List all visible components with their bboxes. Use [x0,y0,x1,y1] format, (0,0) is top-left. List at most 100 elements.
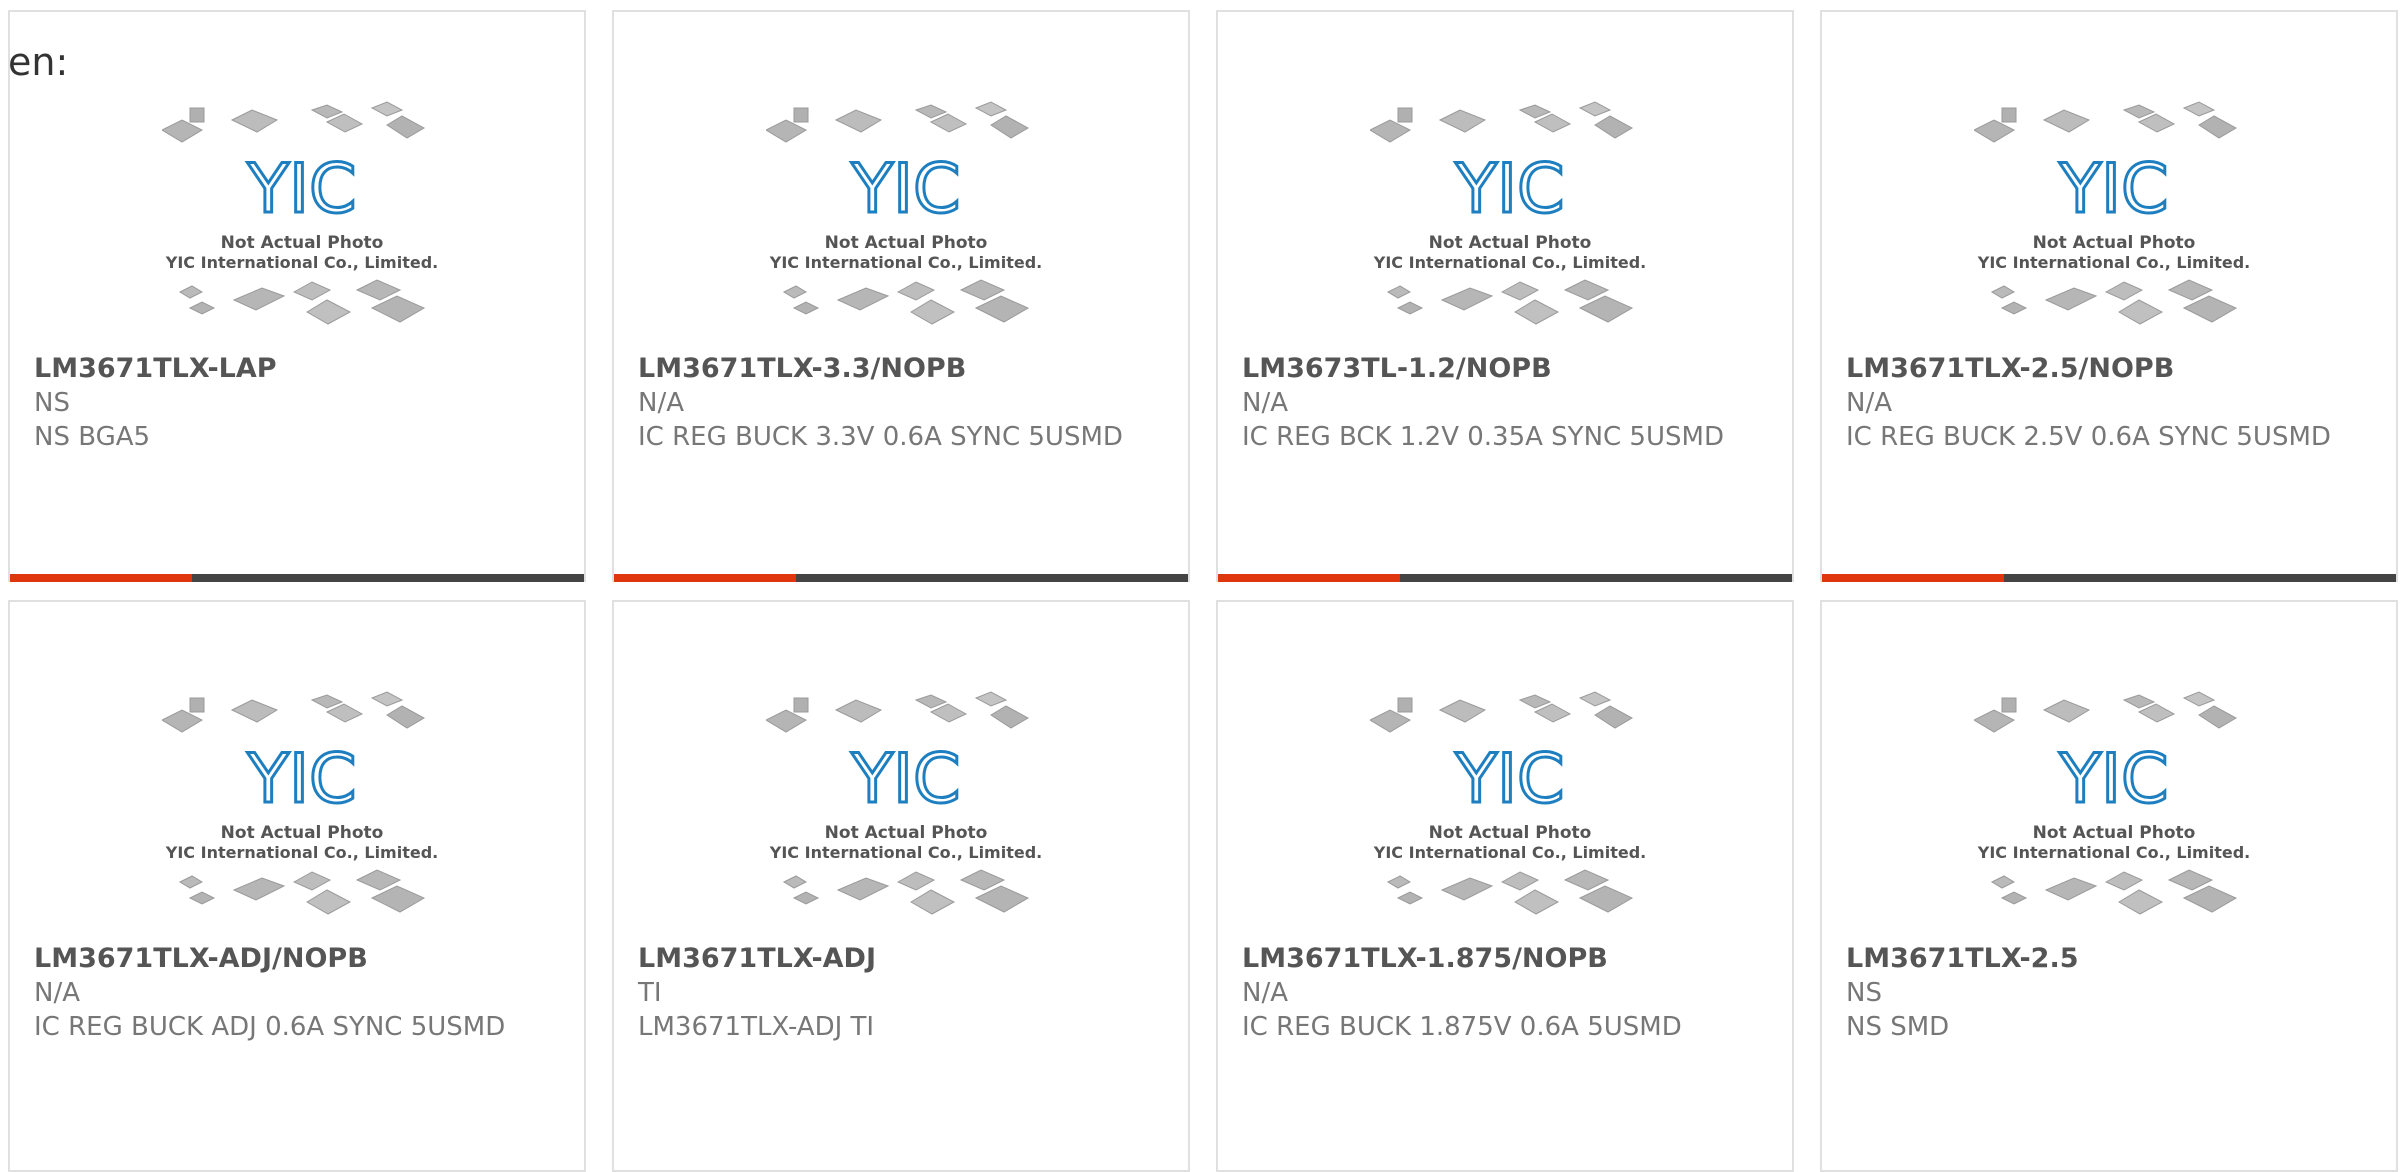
chip-icon [292,281,332,301]
photo-caption-company: YIC International Co., Limited. [1977,843,2250,862]
chip-icon [2198,705,2238,729]
manufacturer: N/A [34,978,80,1008]
product-card[interactable]: YIC Not Actual Photo YIC International Co.… [8,10,586,582]
chip-icon [929,703,968,723]
chip-icon [834,109,883,133]
chip-icon [914,694,948,709]
chip-icon [792,301,820,315]
product-info: LM3671TLX-3.3/NOPB N/A IC REG BUCK 3.3V … [638,352,1164,454]
chip-icon [2118,299,2164,325]
chip-icon [1397,107,1413,123]
chip-icon [910,889,956,915]
product-card[interactable]: YIC Not Actual Photo YIC International Co.… [8,600,586,1172]
chip-icon [990,705,1030,729]
description: IC REG BUCK ADJ 0.6A SYNC 5USMD [34,1012,506,1042]
chip-icon [306,889,352,915]
card-bottom-bar [614,574,1188,582]
card-bottom-bar [1822,574,2396,582]
chip-icon [793,697,809,713]
yic-logo: YIC [850,150,960,229]
chip-icon [230,109,279,133]
chip-icon [1578,691,1612,707]
description: IC REG BUCK 3.3V 0.6A SYNC 5USMD [638,422,1123,452]
chip-icon [836,877,890,901]
chip-icon [2167,279,2214,301]
part-number[interactable]: LM3673TL-1.2/NOPB [1242,352,1768,386]
chip-icon [355,869,402,891]
chip-icon [2118,889,2164,915]
part-number[interactable]: LM3671TLX-LAP [34,352,560,386]
product-info: LM3671TLX-1.875/NOPB N/A IC REG BUCK 1.8… [1242,942,1768,1044]
chip-icon [325,703,364,723]
product-card[interactable]: YIC Not Actual Photo YIC International Co.… [612,10,1190,582]
part-number[interactable]: LM3671TLX-ADJ/NOPB [34,942,560,976]
placeholder-photo: YIC Not Actual PhotoYIC International Co.… [1370,691,1646,915]
chip-icon [1594,705,1634,729]
product-card[interactable]: YIC Not Actual Photo YIC International Co.… [1820,600,2398,1172]
chip-icon [2044,287,2098,311]
chip-icon [189,697,205,713]
chip-icon [2122,694,2156,709]
photo-caption: Not Actual Photo [2033,823,2196,843]
card-bottom-bar [10,574,584,582]
product-info: LM3673TL-1.2/NOPB N/A IC REG BCK 1.2V 0.… [1242,352,1768,454]
chip-icon [1440,287,1494,311]
chip-icon [959,279,1006,301]
chip-icon [1440,877,1494,901]
chip-icon [1974,119,2016,143]
part-number[interactable]: LM3671TLX-2.5 [1846,942,2372,976]
chip-icon [355,279,402,301]
placeholder-photo: YIC Not Actual PhotoYIC International Co.… [1370,101,1646,325]
placeholder-photo: YIC Not Actual PhotoYIC International Co.… [1974,101,2250,325]
chip-icon [896,871,936,891]
manufacturer: NS [1846,978,1882,1008]
description: LM3671TLX-ADJ TI [638,1012,875,1042]
photo-caption: Not Actual Photo [221,233,384,253]
chip-icon [1514,889,1560,915]
chip-icon [1370,119,1412,143]
chip-icon [1990,285,2016,299]
chip-icon [1518,694,1552,709]
chip-icon [2001,107,2017,123]
chip-icon [2182,691,2216,707]
chip-icon [1438,109,1487,133]
chip-icon [1396,891,1424,905]
chip-icon [1974,709,2016,733]
chip-icon [1533,703,1572,723]
chip-icon [2182,101,2216,117]
part-number[interactable]: LM3671TLX-1.875/NOPB [1242,942,1768,976]
chip-icon [230,699,279,723]
chip-icon [2137,703,2176,723]
photo-caption-company: YIC International Co., Limited. [165,253,438,272]
chip-icon [386,115,426,139]
chip-icon [162,709,204,733]
placeholder-photo: YIC Not Actual PhotoYIC International Co.… [766,101,1042,325]
yic-logo: YIC [850,740,960,819]
part-number[interactable]: LM3671TLX-2.5/NOPB [1846,352,2372,386]
placeholder-photo: YIC Not Actual PhotoYIC International Co.… [162,691,438,915]
chip-icon [189,107,205,123]
photo-caption: Not Actual Photo [825,823,988,843]
chip-icon [2042,699,2091,723]
product-card[interactable]: YIC Not Actual Photo YIC International Co.… [612,600,1190,1172]
chip-icon [1397,697,1413,713]
part-number[interactable]: LM3671TLX-ADJ [638,942,1164,976]
manufacturer: NS [34,388,70,418]
chip-icon [386,705,426,729]
product-card[interactable]: YIC Not Actual Photo YIC International Co.… [1216,10,1794,582]
chip-icon [2167,869,2214,891]
card-accent [10,574,192,582]
part-number[interactable]: LM3671TLX-3.3/NOPB [638,352,1164,386]
product-info: LM3671TLX-ADJ/NOPB N/A IC REG BUCK ADJ 0… [34,942,560,1044]
language-label: en: [8,40,69,84]
product-card[interactable]: YIC Not Actual Photo YIC International Co.… [1216,600,1794,1172]
product-card[interactable]: YIC Not Actual Photo YIC International Co.… [1820,10,2398,582]
chip-icon [310,104,344,119]
chip-icon [2104,281,2144,301]
photo-caption-company: YIC International Co., Limited. [1373,253,1646,272]
product-info: LM3671TLX-ADJ TI LM3671TLX-ADJ TI [638,942,1164,1044]
chip-icon [306,299,352,325]
chip-icon [310,694,344,709]
chip-icon [2137,113,2176,133]
photo-caption: Not Actual Photo [1429,823,1592,843]
